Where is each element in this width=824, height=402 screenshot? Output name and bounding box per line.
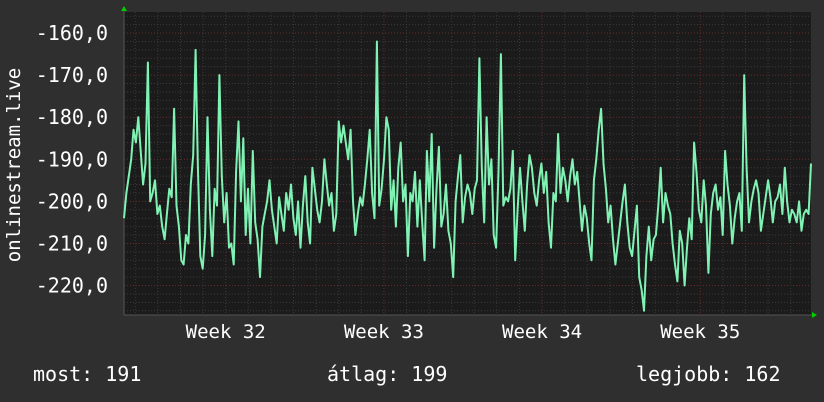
stat-best: legjobb: 162: [636, 362, 781, 386]
x-tick-label: Week 32: [186, 321, 266, 343]
y-axis-arrow-icon: [121, 6, 127, 11]
x-tick-label: Week 35: [660, 321, 740, 343]
x-tick-label: Week 33: [344, 321, 424, 343]
y-tick-labels: -160,0 -170,0 -180,0 -190,0 -200,0 -210,0 -220…: [36, 21, 108, 298]
stats-bar: most: 191 átlag: 199 legjobb: 162: [0, 362, 824, 390]
x-axis-arrow-icon: [812, 312, 817, 318]
stat-current: most: 191: [33, 362, 142, 386]
y-tick-label: -200,0: [36, 189, 108, 213]
y-tick-label: -180,0: [36, 105, 108, 129]
y-axis-label: onlinestream.live: [3, 68, 25, 262]
y-tick-label: -220,0: [36, 274, 108, 298]
line-chart: -160,0 -170,0 -180,0 -190,0 -200,0 -210,0 -220…: [3, 6, 817, 343]
chart-container: -160,0 -170,0 -180,0 -190,0 -200,0 -210,0 -220…: [0, 0, 824, 402]
x-tick-labels: Week 32 Week 33 Week 34 Week 35: [186, 321, 741, 343]
stat-average: átlag: 199: [327, 362, 448, 386]
y-tick-label: -210,0: [36, 231, 108, 255]
y-tick-label: -160,0: [36, 21, 108, 45]
y-tick-label: -190,0: [36, 147, 108, 171]
x-tick-label: Week 34: [502, 321, 582, 343]
y-tick-label: -170,0: [36, 63, 108, 87]
